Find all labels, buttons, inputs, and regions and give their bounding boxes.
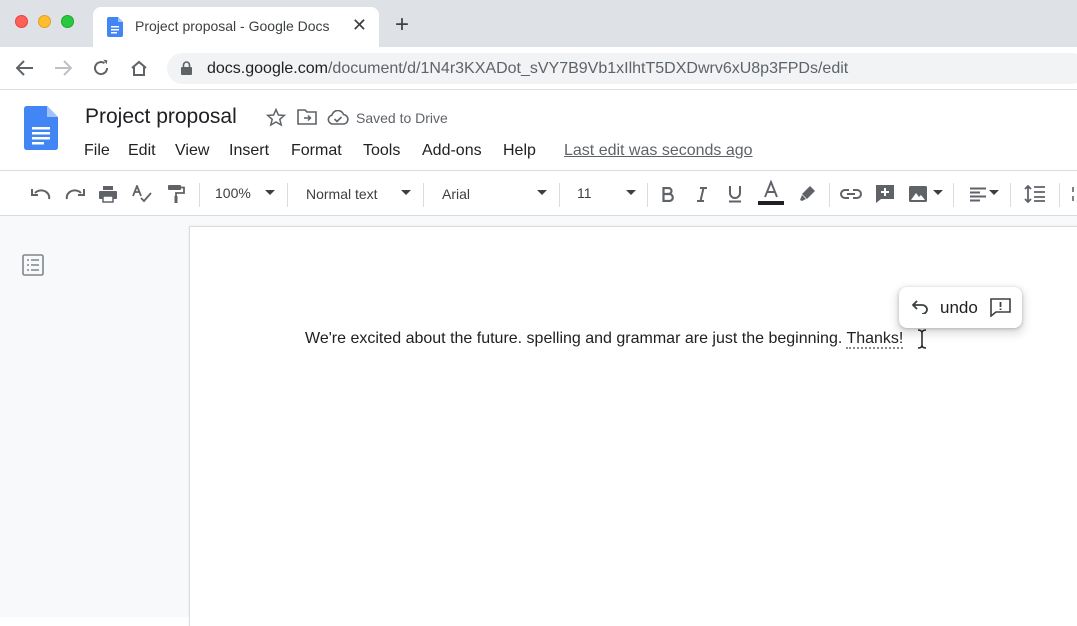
link-icon[interactable] [839,183,863,205]
paragraph-style-select[interactable]: Normal text [306,186,378,202]
document-title[interactable]: Project proposal [85,105,237,129]
image-dropdown-icon[interactable] [933,190,943,195]
autocorrect-undo-popup: undo [899,287,1022,328]
style-dropdown-icon[interactable] [401,190,411,195]
undo-icon[interactable] [30,183,52,205]
align-icon[interactable] [966,183,990,205]
last-edit-link[interactable]: Last edit was seconds ago [564,142,753,160]
highlight-icon[interactable] [796,183,818,205]
address-bar: docs.google.com/document/d/1N4r3KXADot_s… [0,47,1077,90]
undo-button[interactable]: undo [940,298,978,318]
forward-icon[interactable] [52,57,74,79]
redo-icon[interactable] [64,183,86,205]
lock-icon [181,61,192,80]
text-cursor-icon [917,329,927,354]
text-color-icon[interactable] [758,180,784,205]
toolbar-divider [559,183,560,207]
underline-icon[interactable] [725,183,745,205]
undo-arrow-icon[interactable] [911,300,928,319]
insert-comment-icon[interactable] [874,183,896,205]
font-size-dropdown-icon[interactable] [626,190,636,195]
toolbar-divider [1010,183,1011,207]
toolbar-divider [829,183,830,207]
menu-view[interactable]: View [175,142,209,160]
browser-tab[interactable]: Project proposal - Google Docs ✕ [93,7,379,47]
toolbar-divider [1059,183,1060,207]
insert-image-icon[interactable] [906,183,930,205]
toolbar-divider [423,183,424,207]
paint-format-icon[interactable] [165,183,187,205]
docs-favicon-icon [107,17,123,42]
new-tab-button[interactable]: + [395,13,409,37]
formatting-toolbar: 100% Normal text Arial 11 [0,170,1077,216]
docs-logo-icon[interactable] [24,106,58,155]
browser-tab-bar: Project proposal - Google Docs ✕ + [0,0,1077,47]
tab-title: Project proposal - Google Docs [135,18,330,34]
menu-insert[interactable]: Insert [229,142,269,160]
italic-icon[interactable] [692,183,712,205]
tab-close-icon[interactable]: ✕ [352,15,367,35]
maximize-window-button[interactable] [61,15,74,28]
numbered-list-icon[interactable] [1070,183,1077,205]
cloud-saved-icon[interactable] [327,109,349,130]
autocorrected-word[interactable]: Thanks! [846,330,904,349]
print-icon[interactable] [97,183,119,205]
zoom-dropdown-icon[interactable] [265,190,275,195]
body-text-run: We're excited about the future. spelling… [305,330,847,347]
font-size-select[interactable]: 11 [577,185,592,201]
line-spacing-icon[interactable] [1023,183,1047,205]
minimize-window-button[interactable] [38,15,51,28]
zoom-select[interactable]: 100% [215,185,251,201]
reload-icon[interactable] [90,57,112,79]
url-text: docs.google.com/document/d/1N4r3KXADot_s… [207,60,849,77]
report-feedback-icon[interactable] [990,298,1011,322]
close-window-button[interactable] [15,15,28,28]
menu-add-ons[interactable]: Add-ons [422,142,482,160]
menu-edit[interactable]: Edit [128,142,156,160]
menu-file[interactable]: File [84,142,110,160]
star-icon[interactable] [265,107,287,132]
menu-tools[interactable]: Tools [363,142,400,160]
spellcheck-icon[interactable] [131,183,153,205]
align-dropdown-icon[interactable] [989,190,999,195]
back-icon[interactable] [14,57,36,79]
menu-help[interactable]: Help [503,142,536,160]
toolbar-divider [199,183,200,207]
font-select[interactable]: Arial [442,186,470,202]
toolbar-divider [287,183,288,207]
home-icon[interactable] [128,57,150,79]
toolbar-divider [647,183,648,207]
saved-status: Saved to Drive [356,110,448,126]
toolbar-divider [953,183,954,207]
url-field[interactable]: docs.google.com/document/d/1N4r3KXADot_s… [167,53,1077,84]
move-to-folder-icon[interactable] [297,108,317,130]
font-dropdown-icon[interactable] [537,190,547,195]
document-outline-icon[interactable] [22,254,44,281]
bold-icon[interactable] [658,183,678,205]
document-body-text[interactable]: We're excited about the future. spelling… [305,330,904,349]
menu-format[interactable]: Format [291,142,342,160]
document-page[interactable] [189,226,1077,626]
